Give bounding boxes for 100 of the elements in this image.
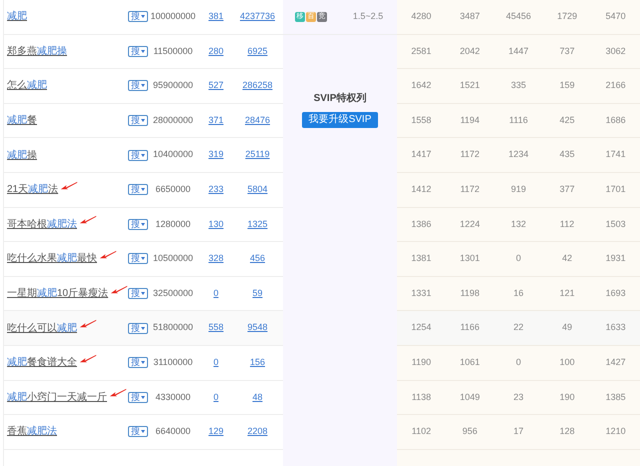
search-dropdown[interactable]: 搜 [128, 184, 148, 196]
metric-value: 1417 [410, 148, 432, 162]
metric-value: 1254 [410, 321, 432, 334]
count-link[interactable]: 286258 [242, 80, 273, 90]
count-link[interactable]: 4237736 [240, 11, 276, 22]
metric-value: 1331 [410, 286, 432, 300]
keyword-link[interactable]: 减肥餐食谱大全 [7, 355, 77, 370]
metric-value: 1385 [604, 390, 627, 404]
keyword-link[interactable]: 哥本哈根减肥法 [7, 216, 77, 232]
svip-title: SVIP特权列 [314, 92, 366, 106]
metric-value: 1729 [556, 10, 578, 24]
metric-value: 1701 [604, 183, 627, 196]
metric-value: 3062 [604, 44, 627, 58]
count-link[interactable]: 129 [208, 426, 224, 436]
metric-value: 1686 [604, 114, 627, 127]
metric-value: 42 [561, 252, 574, 266]
caret-icon [141, 50, 145, 53]
count-link[interactable]: 328 [208, 253, 224, 264]
metric-value: 5470 [604, 10, 627, 24]
search-dropdown[interactable]: 搜 [128, 253, 148, 264]
count-link[interactable]: 28476 [244, 114, 270, 125]
metric-value: 1931 [604, 252, 627, 266]
count-link[interactable]: 233 [208, 184, 224, 194]
caret-icon [141, 84, 145, 88]
metric-value: 425 [558, 114, 576, 127]
count-link[interactable]: 371 [208, 114, 224, 125]
count-link[interactable]: 527 [208, 80, 224, 90]
keyword-link[interactable]: 减肥小窍门一天减一斤 [7, 390, 107, 405]
search-dropdown[interactable]: 搜 [128, 392, 148, 403]
metric-value: 23 [512, 390, 524, 404]
count-link[interactable]: 25119 [245, 149, 270, 160]
count-link[interactable]: 156 [250, 356, 266, 367]
keyword-link[interactable]: 吃什么可以减肥 [7, 320, 77, 336]
keyword-link[interactable]: 郑多燕减肥操 [7, 44, 67, 59]
search-dropdown[interactable]: 搜 [128, 357, 148, 368]
keyword-link[interactable]: 减肥操 [7, 148, 37, 163]
caret-icon [141, 361, 145, 364]
metric-value: 1521 [458, 79, 481, 92]
metric-value: 1503 [604, 218, 627, 231]
count-link[interactable]: 130 [208, 218, 224, 229]
count-link[interactable]: 456 [250, 253, 266, 264]
metric-value: 1138 [410, 390, 432, 404]
count-link[interactable]: 0 [213, 288, 218, 298]
metric-value: 22 [512, 321, 524, 334]
metric-value: 1693 [604, 286, 627, 300]
search-dropdown[interactable]: 搜 [128, 11, 148, 22]
metric-value: 128 [558, 425, 576, 438]
metric-value: 112 [558, 218, 576, 231]
search-volume: 11500000 [152, 44, 194, 58]
count-link[interactable]: 59 [252, 288, 262, 298]
count-link[interactable]: 280 [208, 46, 224, 56]
metric-value: 4280 [410, 10, 432, 24]
keyword-link[interactable]: 一星期减肥10斤暴瘦法 [7, 286, 108, 302]
count-link[interactable]: 2208 [247, 426, 268, 436]
count-link[interactable]: 9548 [247, 322, 268, 332]
count-link[interactable]: 5804 [247, 184, 268, 194]
search-dropdown[interactable]: 搜 [128, 218, 148, 230]
count-link[interactable]: 6925 [247, 46, 268, 56]
search-dropdown[interactable]: 搜 [128, 288, 148, 300]
keyword-link[interactable]: 减肥餐 [7, 113, 37, 128]
count-link[interactable]: 381 [208, 11, 224, 22]
metric-value: 1172 [459, 183, 481, 196]
count-link[interactable]: 558 [208, 322, 224, 332]
search-dropdown[interactable]: 搜 [128, 322, 148, 334]
metric-value: 0 [514, 252, 522, 266]
metric-value: 1061 [458, 356, 481, 369]
search-dropdown[interactable]: 搜 [128, 150, 148, 161]
metric-value: 0 [514, 356, 522, 369]
metric-value: 377 [558, 183, 576, 196]
metric-value: 1224 [458, 218, 481, 231]
search-dropdown[interactable]: 搜 [128, 115, 148, 126]
count-link[interactable]: 319 [208, 149, 224, 160]
search-dropdown[interactable]: 搜 [128, 80, 148, 92]
count-link[interactable]: 0 [213, 356, 218, 367]
metric-value: 1210 [604, 425, 627, 438]
metric-value: 16 [512, 286, 524, 300]
metric-value: 435 [558, 148, 576, 162]
metric-value: 132 [510, 218, 527, 231]
search-dropdown[interactable]: 搜 [128, 46, 148, 57]
keyword-link[interactable]: 21天减肥法 [7, 182, 58, 198]
search-volume: 28000000 [152, 114, 194, 127]
metric-value: 1741 [604, 148, 627, 162]
search-volume: 6650000 [154, 183, 192, 196]
caret-icon [141, 154, 145, 157]
upgrade-svip-button[interactable]: 我要升级SVIP [302, 112, 378, 128]
caret-icon [141, 222, 145, 226]
keyword-link[interactable]: 香蕉减肥法 [7, 424, 57, 440]
metric-value: 1194 [459, 114, 481, 127]
caret-icon [141, 15, 145, 18]
keyword-link[interactable]: 减肥 [7, 9, 27, 24]
search-dropdown[interactable]: 搜 [128, 426, 148, 438]
count-link[interactable]: 1325 [247, 218, 268, 229]
metric-value: 1412 [410, 183, 432, 196]
keyword-link[interactable]: 吃什么水果减肥最快 [7, 251, 97, 266]
caret-icon [141, 188, 145, 192]
metric-value: 737 [558, 44, 576, 58]
metric-value: 2581 [410, 44, 432, 58]
metric-value: 1049 [458, 390, 481, 404]
count-link[interactable]: 48 [252, 392, 262, 402]
count-link[interactable]: 0 [213, 392, 218, 402]
